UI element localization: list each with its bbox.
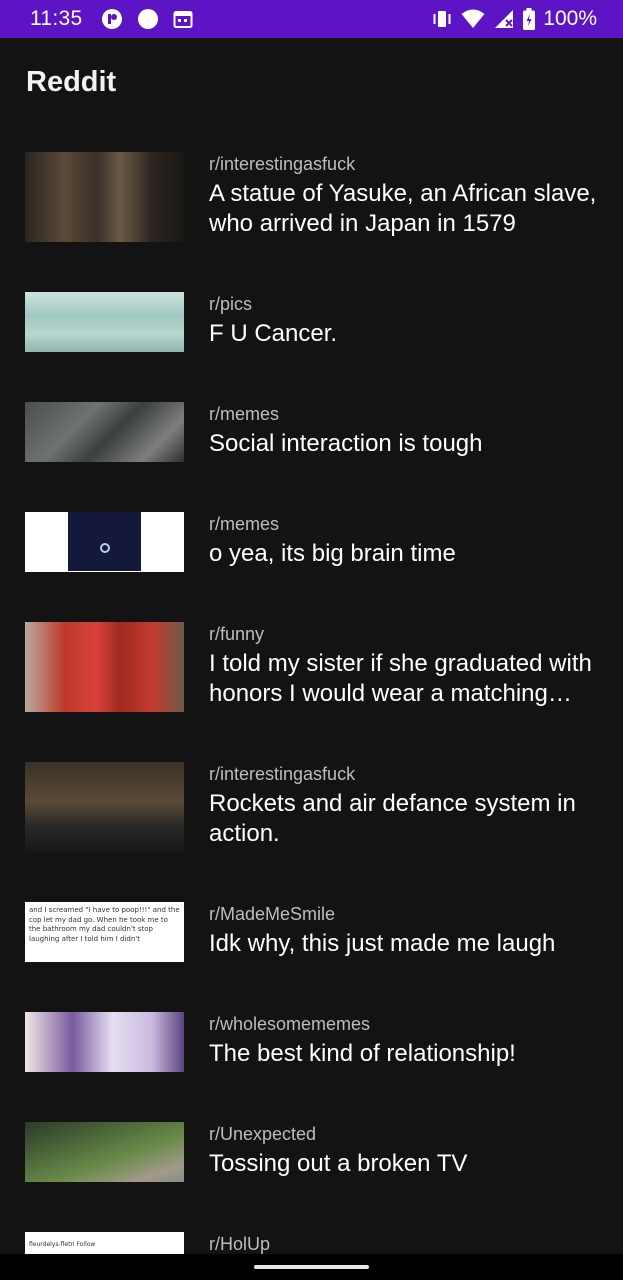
post-title[interactable]: F U Cancer.: [209, 319, 601, 349]
post-thumbnail[interactable]: [25, 512, 184, 572]
post-thumbnail[interactable]: [25, 152, 184, 242]
post-text: r/memes Social interaction is tough: [209, 403, 601, 459]
post-title[interactable]: The best kind of relationship!: [209, 1039, 601, 1069]
post-subreddit[interactable]: r/memes: [209, 513, 601, 535]
battery-icon: [523, 8, 536, 30]
post-title[interactable]: Social interaction is tough: [209, 429, 601, 459]
post-thumbnail[interactable]: [25, 622, 184, 712]
post-subreddit[interactable]: r/funny: [209, 623, 601, 645]
app-header: Reddit: [0, 38, 623, 130]
post-subreddit[interactable]: r/memes: [209, 403, 601, 425]
post-subreddit[interactable]: r/pics: [209, 293, 601, 315]
post-title[interactable]: o yea, its big brain time: [209, 539, 601, 569]
post-thumbnail[interactable]: [25, 1012, 184, 1072]
post-text: r/MadeMeSmile Idk why, this just made me…: [209, 903, 601, 959]
post-text: r/HolUp: [209, 1233, 601, 1254]
post-thumbnail[interactable]: fleurdelys-fletri Follow: [25, 1232, 184, 1254]
post-text: r/pics F U Cancer.: [209, 293, 601, 349]
thumbnail-text: and I screamed "I have to poop!!!" and t…: [29, 906, 180, 943]
navigation-bar: [0, 1254, 623, 1280]
post-subreddit[interactable]: r/interestingasfuck: [209, 763, 601, 785]
post-text: r/memes o yea, its big brain time: [209, 513, 601, 569]
post-title[interactable]: A statue of Yasuke, an African slave, wh…: [209, 179, 601, 239]
status-time: 11:35: [30, 7, 83, 30]
post-thumbnail[interactable]: [25, 402, 184, 462]
post-thumbnail[interactable]: [25, 292, 184, 352]
post-feed[interactable]: r/interestingasfuck A statue of Yasuke, …: [0, 130, 623, 1254]
post-subreddit[interactable]: r/Unexpected: [209, 1123, 601, 1145]
thumbnail-glow-dot: [100, 543, 110, 553]
post-text: r/interestingasfuck Rockets and air defa…: [209, 763, 601, 849]
thumbnail-text: fleurdelys-fletri Follow: [29, 1241, 96, 1248]
post-text: r/Unexpected Tossing out a broken TV: [209, 1123, 601, 1179]
battery-percentage: 100%: [543, 7, 597, 30]
vibrate-icon: [431, 9, 453, 29]
post-title[interactable]: Idk why, this just made me laugh: [209, 929, 601, 959]
signal-icon: [493, 9, 515, 29]
post-subreddit[interactable]: r/interestingasfuck: [209, 153, 601, 175]
post-text: r/funny I told my sister if she graduate…: [209, 623, 601, 709]
post-text: r/wholesomememes The best kind of relati…: [209, 1013, 601, 1069]
post-thumbnail[interactable]: and I screamed "I have to poop!!!" and t…: [25, 902, 184, 962]
post-title[interactable]: Tossing out a broken TV: [209, 1149, 601, 1179]
wifi-icon: [461, 9, 485, 29]
post-subreddit[interactable]: r/wholesomememes: [209, 1013, 601, 1035]
circle-notification-icon: [137, 8, 159, 30]
post-text: r/interestingasfuck A statue of Yasuke, …: [209, 153, 601, 239]
app-title: Reddit: [26, 66, 117, 98]
status-bar: 11:35 100%: [0, 0, 623, 38]
home-gesture-handle[interactable]: [254, 1265, 369, 1269]
calendar-icon: [173, 9, 193, 29]
thumbnail-dark-panel: [68, 512, 141, 571]
app-notification-icon: [101, 8, 123, 30]
post-thumbnail[interactable]: [25, 762, 184, 852]
post-subreddit[interactable]: r/HolUp: [209, 1233, 601, 1254]
status-right: 100%: [431, 7, 597, 31]
post-title[interactable]: Rockets and air defance system in action…: [209, 789, 601, 849]
post-title[interactable]: I told my sister if she graduated with h…: [209, 649, 601, 709]
post-thumbnail[interactable]: [25, 1122, 184, 1182]
status-left: 11:35: [30, 7, 207, 31]
post-subreddit[interactable]: r/MadeMeSmile: [209, 903, 601, 925]
